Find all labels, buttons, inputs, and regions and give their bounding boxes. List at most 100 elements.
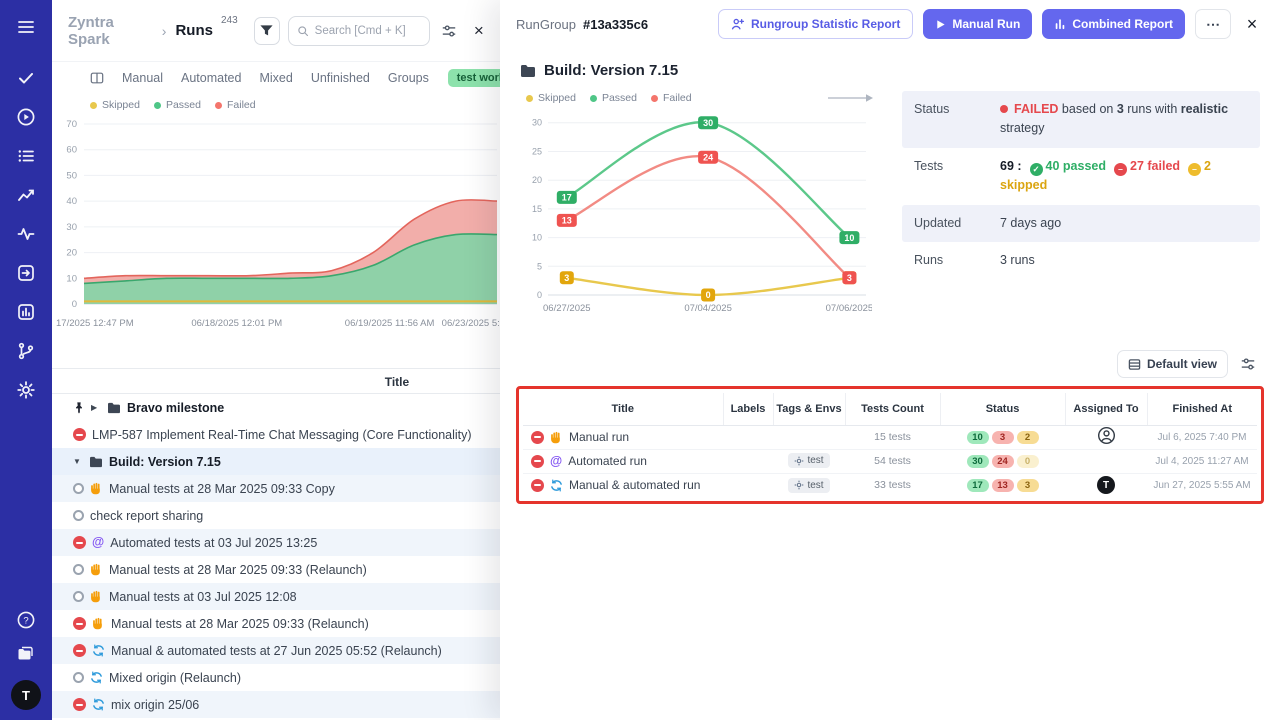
run-title: Build: Version 7.15 bbox=[109, 455, 221, 469]
workspace-chip[interactable]: test work bbox=[448, 69, 500, 87]
svg-text:10: 10 bbox=[66, 273, 77, 284]
finished-cell: Jul 4, 2025 11:27 AM bbox=[1147, 449, 1257, 473]
list-item[interactable]: check report sharing bbox=[52, 502, 500, 529]
rungroup-statistic-report-button[interactable]: Rungroup Statistic Report bbox=[718, 9, 913, 39]
tab-groups[interactable]: Groups bbox=[388, 71, 429, 85]
status-label: Status bbox=[914, 100, 1000, 139]
manual-run-button[interactable]: Manual Run bbox=[923, 9, 1032, 39]
help-icon[interactable]: ? bbox=[9, 603, 43, 637]
status-value: FAILED based on 3 runs with realistic st… bbox=[1000, 100, 1248, 139]
failed-status-icon bbox=[73, 644, 86, 657]
more-actions-button[interactable]: ⋯ bbox=[1195, 9, 1231, 39]
table-row[interactable]: Manual & automated runtest33 tests17133T… bbox=[523, 473, 1257, 497]
column-header[interactable]: Labels bbox=[723, 393, 773, 425]
gear-icon[interactable] bbox=[9, 373, 43, 407]
tab-automated[interactable]: Automated bbox=[181, 71, 241, 85]
statistic-report-icon bbox=[731, 17, 745, 31]
list-item[interactable]: ▼ Build: Version 7.15 bbox=[52, 448, 500, 475]
list-item[interactable]: @Automated tests at 03 Jul 2025 13:25 bbox=[52, 529, 500, 556]
column-header[interactable]: Finished At bbox=[1147, 393, 1257, 425]
run-title: Manual & automated run bbox=[569, 478, 700, 492]
manual-run-icon bbox=[92, 617, 105, 630]
run-title: Manual tests at 28 Mar 2025 09:33 Copy bbox=[109, 482, 335, 496]
projects-icon[interactable] bbox=[9, 637, 43, 671]
updated-label: Updated bbox=[914, 214, 1000, 233]
column-header[interactable]: Title bbox=[523, 393, 723, 425]
list-settings-button[interactable] bbox=[438, 19, 460, 43]
list-item[interactable]: Manual tests at 28 Mar 2025 09:33 (Relau… bbox=[52, 610, 500, 637]
bar-chart-icon[interactable] bbox=[9, 295, 43, 329]
labels-cell bbox=[723, 449, 773, 473]
list-item[interactable]: mix origin 25/06 bbox=[52, 691, 500, 718]
rungroup-title-text: Build: Version 7.15 bbox=[544, 62, 678, 79]
pending-status-icon bbox=[73, 483, 84, 494]
column-header[interactable]: Tags & Envs bbox=[773, 393, 845, 425]
list-item[interactable]: Manual tests at 03 Jul 2025 12:08 bbox=[52, 583, 500, 610]
breadcrumb-app-name[interactable]: Zyntra Spark bbox=[68, 14, 153, 48]
chevron-right-icon[interactable]: ▶ bbox=[91, 403, 101, 412]
runs-row: Runs 3 runs bbox=[902, 242, 1260, 279]
rungroup-label: RunGroup bbox=[516, 17, 576, 32]
mixed-run-icon bbox=[92, 644, 105, 657]
runs-count-badge: 243 bbox=[221, 15, 238, 26]
tag-chip[interactable]: test bbox=[788, 478, 829, 493]
run-title: check report sharing bbox=[90, 509, 203, 523]
tab-mixed[interactable]: Mixed bbox=[259, 71, 292, 85]
list-item[interactable]: Manual & automated tests at 27 Jun 2025 … bbox=[52, 637, 500, 664]
gear-icon bbox=[794, 456, 804, 466]
search-input[interactable] bbox=[315, 25, 421, 37]
list-item[interactable]: Manual tests at 28 Mar 2025 09:33 (Relau… bbox=[52, 556, 500, 583]
manual-run-icon bbox=[90, 563, 103, 576]
runs-page: Zyntra Spark › Runs 243 × Manual Automat… bbox=[52, 0, 500, 720]
list-item[interactable]: Mixed origin (Relaunch) bbox=[52, 664, 500, 691]
pending-status-icon bbox=[73, 510, 84, 521]
gear-icon bbox=[794, 480, 804, 490]
list-item[interactable]: ▶ Bravo milestone bbox=[52, 394, 500, 421]
column-header[interactable]: Tests Count bbox=[845, 393, 940, 425]
list-item[interactable]: Manual tests at 28 Mar 2025 09:33 Copy bbox=[52, 475, 500, 502]
breadcrumb-separator: › bbox=[162, 23, 167, 39]
table-row[interactable]: @Automated runtest54 tests30240Jul 4, 20… bbox=[523, 449, 1257, 473]
sidebar-bottom: ? T bbox=[9, 603, 43, 720]
tab-manual[interactable]: Manual bbox=[122, 71, 163, 85]
play-circle-icon[interactable] bbox=[9, 100, 43, 134]
run-title: Manual run bbox=[569, 430, 629, 444]
bar-chart-icon bbox=[1054, 18, 1066, 30]
task-list-icon[interactable] bbox=[9, 139, 43, 173]
assignee-avatar[interactable]: T bbox=[1097, 476, 1115, 494]
legend-dot bbox=[215, 102, 222, 109]
close-drawer-button[interactable]: × bbox=[1240, 12, 1264, 36]
close-runs-panel-button[interactable]: × bbox=[468, 19, 490, 43]
trend-icon[interactable] bbox=[9, 178, 43, 212]
tag-chip[interactable]: test bbox=[788, 453, 829, 468]
sidebar-icons bbox=[9, 0, 43, 407]
import-icon[interactable] bbox=[9, 256, 43, 290]
check-icon[interactable] bbox=[9, 61, 43, 95]
user-avatar[interactable]: T bbox=[11, 680, 41, 710]
search-box[interactable] bbox=[288, 16, 430, 46]
run-title: Automated run bbox=[568, 454, 647, 468]
combined-report-button[interactable]: Combined Report bbox=[1042, 9, 1185, 39]
table-settings-button[interactable] bbox=[1236, 352, 1260, 376]
labels-cell bbox=[723, 425, 773, 449]
column-header[interactable]: Assigned To bbox=[1065, 393, 1147, 425]
legend-dot bbox=[526, 95, 533, 102]
status-cell: 30240 bbox=[940, 449, 1065, 473]
default-view-button[interactable]: Default view bbox=[1117, 350, 1228, 378]
rungroup-drawer: RunGroup #13a335c6 Rungroup Statistic Re… bbox=[500, 0, 1280, 720]
menu-icon[interactable] bbox=[9, 10, 43, 44]
svg-text:?: ? bbox=[23, 615, 28, 626]
git-branch-icon[interactable] bbox=[9, 334, 43, 368]
pulse-icon[interactable] bbox=[9, 217, 43, 251]
chevron-down-icon[interactable]: ▼ bbox=[73, 457, 83, 466]
column-header[interactable]: Status bbox=[940, 393, 1065, 425]
failed-status-icon bbox=[73, 536, 86, 549]
assignee-avatar-outline-icon[interactable] bbox=[1097, 426, 1116, 445]
run-title: Bravo milestone bbox=[127, 401, 224, 415]
tab-unfinished[interactable]: Unfinished bbox=[311, 71, 370, 85]
table-row[interactable]: Manual run15 tests1032Jul 6, 2025 7:40 P… bbox=[523, 425, 1257, 449]
layout-columns-icon[interactable] bbox=[90, 71, 104, 85]
filter-button[interactable] bbox=[254, 17, 280, 45]
status-pills: 1032 bbox=[967, 431, 1039, 444]
list-item[interactable]: LMP-587 Implement Real-Time Chat Messagi… bbox=[52, 421, 500, 448]
